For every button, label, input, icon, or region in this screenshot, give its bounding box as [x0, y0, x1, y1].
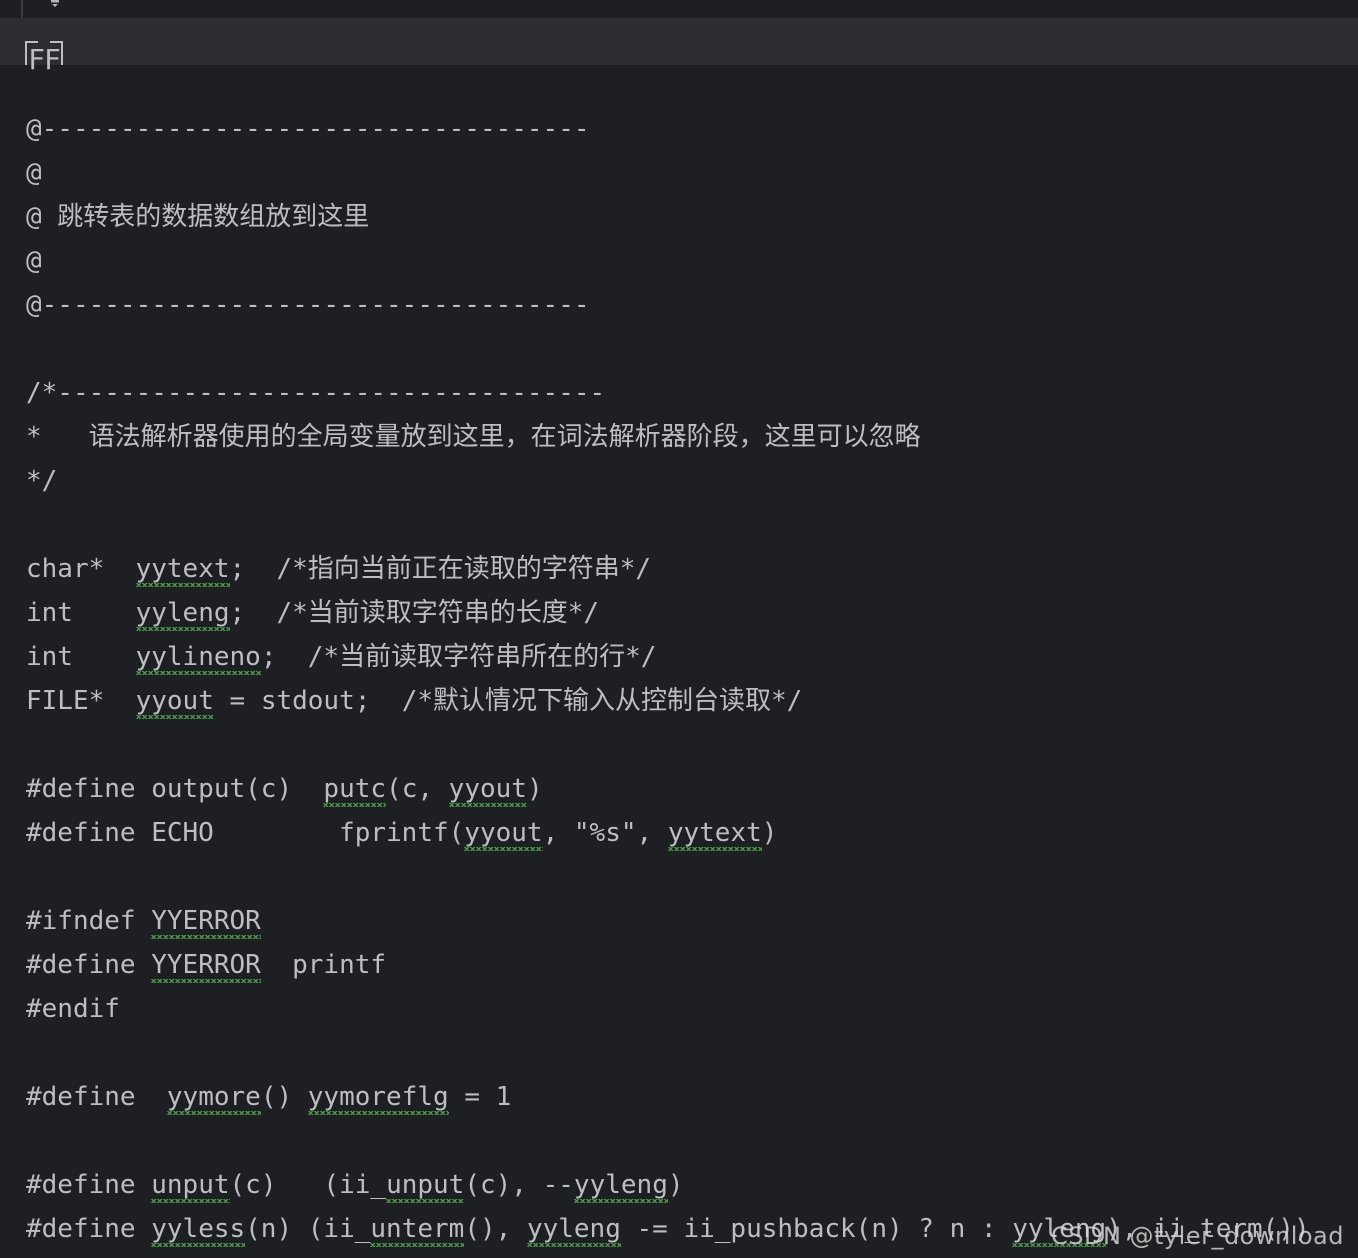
code-line[interactable]: #endif [26, 987, 120, 1031]
code-line[interactable]: */ [26, 459, 57, 503]
code-token: -= ii_pushback(n) ? n : [620, 1214, 1013, 1244]
spellcheck-token: yyleng [573, 1163, 668, 1207]
code-token: (c) (ii_ [229, 1170, 387, 1200]
code-line[interactable]: char* yytext; /*指向当前正在读取的字符串*/ [26, 547, 651, 591]
code-token: ; /*指向当前正在读取的字符串*/ [229, 554, 652, 584]
spellcheck-token: yyout [448, 767, 528, 811]
code-token: () [260, 1082, 308, 1112]
caret-highlight-row[interactable]: FF [0, 18, 1358, 83]
code-editor-window: FF @----------------------------------- … [0, 0, 1358, 1258]
spellcheck-token: yyless [151, 1207, 245, 1251]
code-line[interactable]: #define YYERROR printf [26, 943, 386, 987]
code-token: ) [526, 774, 543, 804]
lightbulb-icon[interactable] [45, 0, 65, 9]
spellcheck-token: yymore [166, 1075, 261, 1119]
code-line[interactable]: #define ECHO fprintf(yyout, "%s", yytext… [26, 811, 777, 855]
code-token: #define [26, 1170, 152, 1200]
spellcheck-token: yytext [667, 811, 762, 855]
code-token: ) [667, 1170, 684, 1200]
spellcheck-token: yyout [135, 679, 215, 723]
spellcheck-token: yymoreflg [307, 1075, 449, 1119]
spellcheck-token: unput [386, 1163, 465, 1207]
code-token: = 1 [448, 1082, 512, 1112]
code-text-area[interactable]: @----------------------------------- @ @… [0, 65, 1358, 1258]
code-token: char* [26, 554, 136, 584]
code-token: #define output(c) [26, 774, 324, 804]
code-line[interactable]: @ [26, 239, 42, 283]
spellcheck-token: yyleng [135, 591, 230, 635]
code-token: = stdout; /*默认情况下输入从控制台读取*/ [213, 686, 803, 716]
code-token: , "%s", [542, 818, 668, 848]
spellcheck-token: unput [151, 1163, 230, 1207]
spellcheck-token: yylineno [135, 635, 262, 679]
editor-top-strip [0, 0, 1358, 18]
code-line[interactable]: @ 跳转表的数据数组放到这里 [26, 195, 369, 239]
code-line[interactable]: #define output(c) putc(c, yyout) [26, 767, 543, 811]
code-line[interactable]: @----------------------------------- [26, 107, 590, 151]
code-token: ; /*当前读取字符串的长度*/ [229, 598, 600, 628]
spellcheck-token: yyout [464, 811, 543, 855]
code-line[interactable]: #ifndef YYERROR [26, 899, 261, 943]
code-line[interactable]: FILE* yyout = stdout; /*默认情况下输入从控制台读取*/ [26, 679, 802, 723]
code-line[interactable]: int yyleng; /*当前读取字符串的长度*/ [26, 591, 599, 635]
code-token: (), [464, 1214, 527, 1244]
spellcheck-token: YYERROR [151, 899, 261, 943]
spellcheck-token: YYERROR [151, 943, 261, 987]
code-line[interactable]: #define yymore() yymoreflg = 1 [26, 1075, 511, 1119]
code-line[interactable]: #define unput(c) (ii_unput(c), --yyleng) [26, 1163, 684, 1207]
code-token: ), ii_term()) [1106, 1214, 1310, 1244]
code-line[interactable]: * 语法解析器使用的全局变量放到这里，在词法解析器阶段，这里可以忽略 [26, 415, 921, 459]
code-token: (c), -- [464, 1170, 574, 1200]
fold-placeholder-label: FF [28, 43, 61, 76]
code-token: #define ECHO fprintf( [26, 818, 465, 848]
code-token: int [26, 598, 136, 628]
code-token: FILE* [26, 686, 136, 716]
code-token: #define [26, 1082, 167, 1112]
spellcheck-token: yyleng [1012, 1207, 1106, 1251]
code-line[interactable]: @----------------------------------- [26, 283, 590, 327]
code-token: #define [26, 950, 152, 980]
code-token: (c, [386, 774, 449, 804]
gutter-separator-top [21, 0, 23, 18]
fold-placeholder-badge[interactable]: FF [25, 41, 63, 83]
code-line[interactable]: @ [26, 151, 42, 195]
code-token: (n) (ii_ [245, 1214, 371, 1244]
code-token: #define [26, 1214, 152, 1244]
spellcheck-token: unterm [370, 1207, 464, 1251]
code-token: ) [761, 818, 778, 848]
spellcheck-token: yyleng [526, 1207, 621, 1251]
code-token: printf [260, 950, 387, 980]
code-token: int [26, 642, 136, 672]
code-token: #ifndef [26, 906, 152, 936]
spellcheck-token: putc [323, 767, 386, 811]
spellcheck-token: yytext [135, 547, 230, 591]
code-line[interactable]: #define yyless(n) (ii_unterm(), yyleng -… [26, 1207, 1310, 1251]
code-token: ; /*当前读取字符串所在的行*/ [260, 642, 657, 672]
code-line[interactable]: /*----------------------------------- [26, 371, 605, 415]
code-line[interactable]: int yylineno; /*当前读取字符串所在的行*/ [26, 635, 656, 679]
